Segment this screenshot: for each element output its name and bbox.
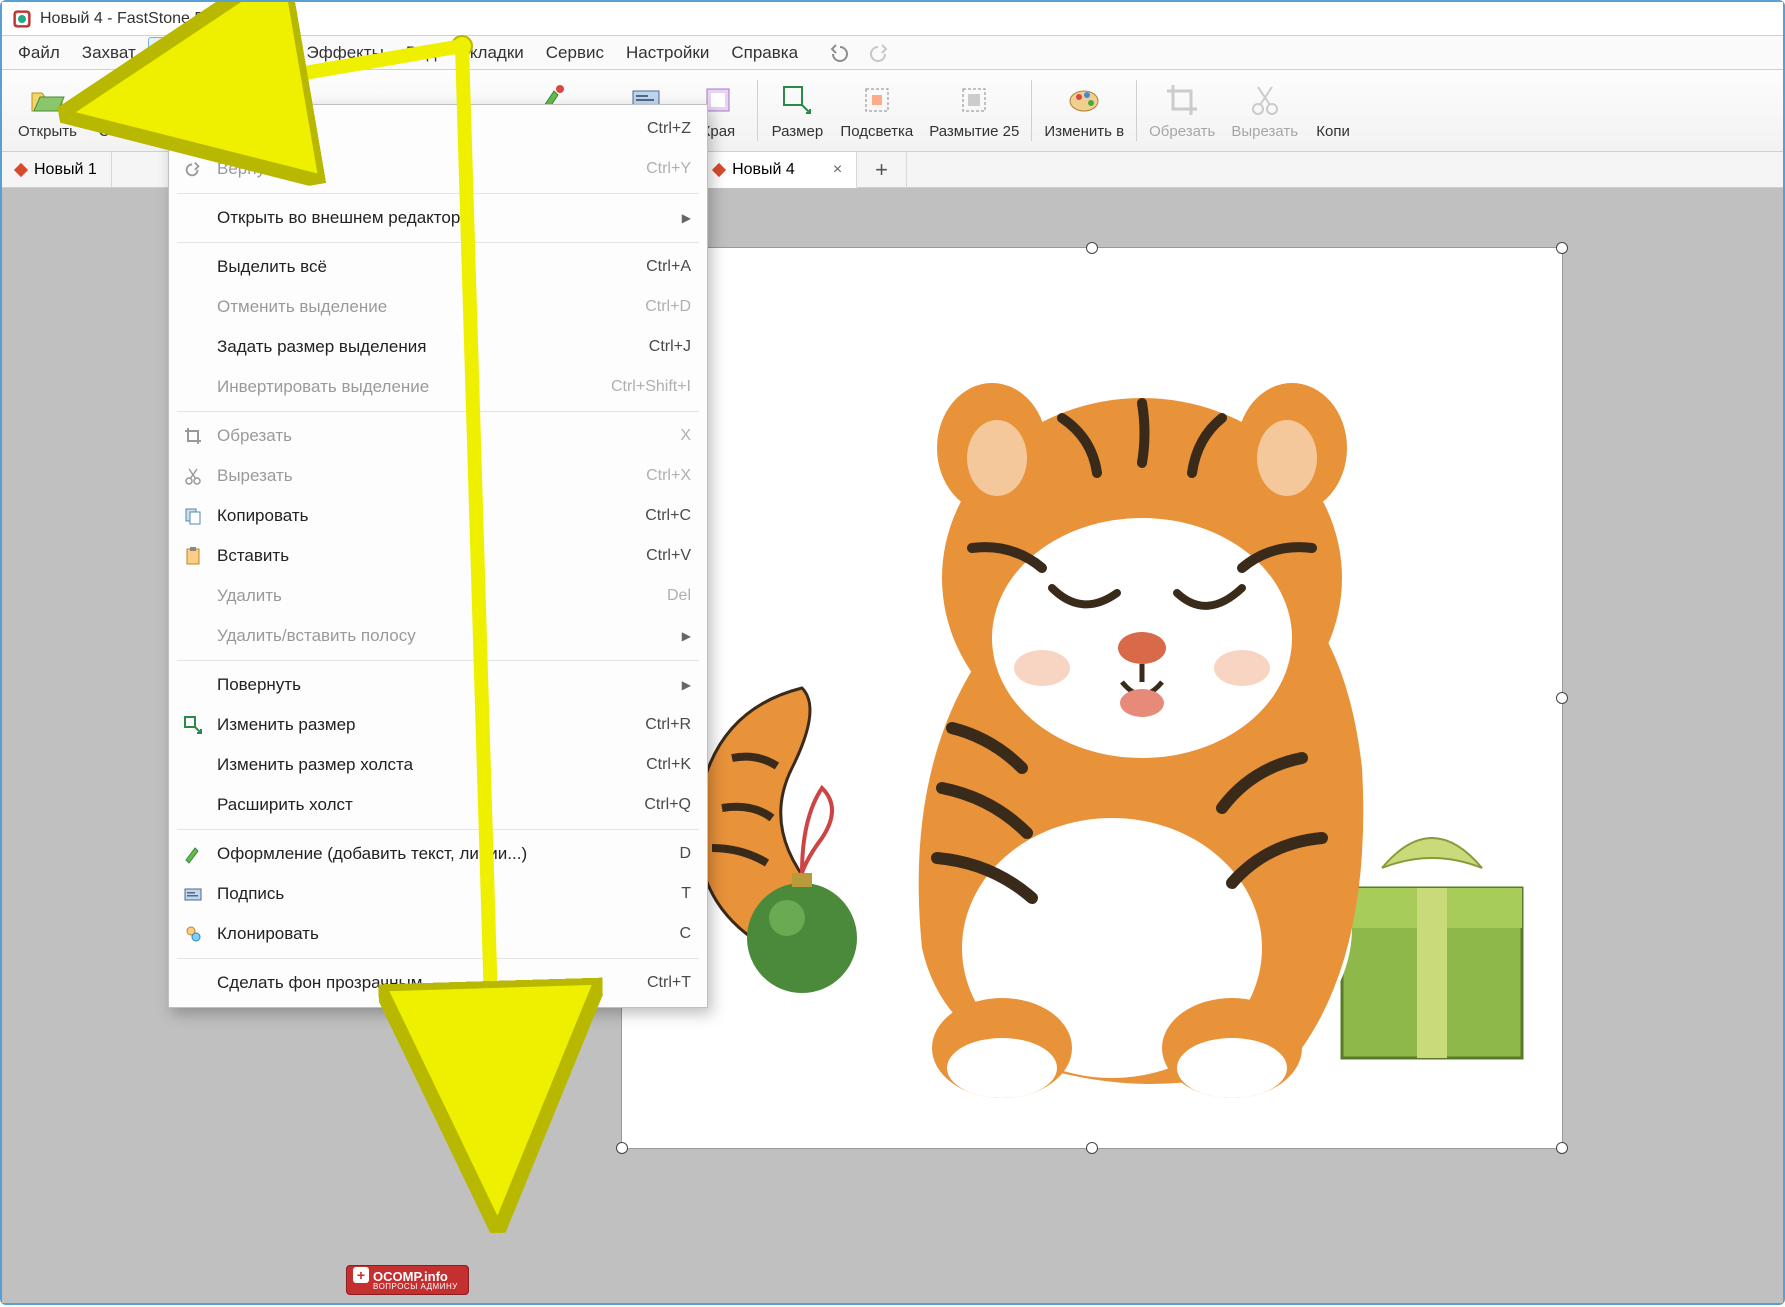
crop-button: Обрезать — [1141, 74, 1223, 147]
resize-icon — [179, 713, 207, 737]
app-window: Новый 4 - FastStone Editor ФайлЗахватПра… — [0, 0, 1785, 1305]
redo-icon[interactable] — [868, 44, 890, 62]
save-icon — [93, 81, 131, 119]
folder-open-icon — [28, 81, 66, 119]
menu-item-сделать-фон-прозрачным[interactable]: Сделать фон прозрачнымCtrl+T — [169, 963, 707, 1003]
menu-item-клонировать[interactable]: КлонироватьC — [169, 914, 707, 954]
edit-menu-dropdown: ОтменитьCtrl+ZВернутьCtrl+Y Открыть во вн… — [168, 104, 708, 1008]
titlebar: Новый 4 - FastStone Editor — [2, 2, 1783, 36]
menu-item-задать-размер-выделения[interactable]: Задать размер выделенияCtrl+J — [169, 327, 707, 367]
paste-icon — [179, 544, 207, 568]
blank-icon — [179, 673, 207, 697]
open-button[interactable]: Открыть — [10, 74, 85, 147]
copy-button[interactable]: Копи — [1306, 74, 1360, 147]
history-icons — [828, 44, 890, 62]
menu-item-копировать[interactable]: КопироватьCtrl+C — [169, 496, 707, 536]
menu-item-инвертировать-выделение: Инвертировать выделениеCtrl+Shift+I — [169, 367, 707, 407]
tab-new1[interactable]: Новый 1 — [2, 152, 112, 187]
undo-icon[interactable] — [828, 44, 850, 62]
menu-сервис[interactable]: Сервис — [536, 37, 614, 69]
blur-icon — [955, 81, 993, 119]
menu-item-повернуть[interactable]: Повернуть▶ — [169, 665, 707, 705]
menu-правка[interactable]: Правка — [148, 37, 225, 69]
blank-icon — [179, 584, 207, 608]
add-tab-button[interactable]: + — [857, 152, 907, 187]
close-icon[interactable]: × — [833, 161, 842, 179]
clone-icon — [179, 922, 207, 946]
crop-icon — [179, 424, 207, 448]
chevron-right-icon: ▶ — [682, 678, 691, 692]
menu-файл[interactable]: Файл — [8, 37, 70, 69]
menu-цвета[interactable]: Цвета — [227, 37, 294, 69]
menu-item-открыть-во-внешнем-редакторе[interactable]: Открыть во внешнем редакторе▶ — [169, 198, 707, 238]
resize-handle[interactable] — [1556, 242, 1568, 254]
menu-item-вырезать: ВырезатьCtrl+X — [169, 456, 707, 496]
resize-handle[interactable] — [1556, 1142, 1568, 1154]
menu-item-удалить-вставить-полосу: Удалить/вставить полосу▶ — [169, 616, 707, 656]
blank-icon — [179, 335, 207, 359]
undo-icon — [179, 117, 207, 141]
image-frame[interactable] — [622, 248, 1562, 1148]
caption-icon — [179, 882, 207, 906]
menu-item-выделить-вс-[interactable]: Выделить всёCtrl+A — [169, 247, 707, 287]
chevron-right-icon: ▶ — [682, 629, 691, 643]
menu-item-подпись[interactable]: ПодписьT — [169, 874, 707, 914]
menu-item-оформление-добавить-текст-лини[interactable]: Оформление (добавить текст, линии...)D — [169, 834, 707, 874]
blank-icon — [179, 255, 207, 279]
menu-захват[interactable]: Захват — [72, 37, 146, 69]
watermark-badge: OCOMP.info ВОПРОСЫ АДМИНУ — [346, 1265, 469, 1295]
menu-настройки[interactable]: Настройки — [616, 37, 719, 69]
menu-item-отменить-выделение: Отменить выделениеCtrl+D — [169, 287, 707, 327]
resize-icon — [778, 81, 816, 119]
resize-handle[interactable] — [1086, 1142, 1098, 1154]
blur-button[interactable]: Размытие 25 — [921, 74, 1027, 147]
menu-item-вернуть: ВернутьCtrl+Y — [169, 149, 707, 189]
tiger-illustration — [622, 248, 1562, 1148]
resize-handle[interactable] — [616, 1142, 628, 1154]
highlight-icon — [858, 81, 896, 119]
menu-вкладки[interactable]: Вкладки — [449, 37, 534, 69]
menu-item-изменить-размер-холста[interactable]: Изменить размер холстаCtrl+K — [169, 745, 707, 785]
blank-icon — [179, 971, 207, 995]
copy-icon — [1314, 81, 1352, 119]
resize-button[interactable]: Размер — [762, 74, 832, 147]
blank-icon — [179, 793, 207, 817]
highlight-button[interactable]: Подсветка — [832, 74, 921, 147]
menu-вид[interactable]: Вид — [396, 37, 447, 69]
modified-icon — [14, 162, 28, 176]
chevron-right-icon: ▶ — [682, 211, 691, 225]
window-title: Новый 4 - FastStone Editor — [40, 10, 236, 28]
palette2-icon — [1065, 81, 1103, 119]
modified-icon — [712, 162, 726, 176]
menu-item-вставить[interactable]: ВставитьCtrl+V — [169, 536, 707, 576]
resize-handle[interactable] — [1556, 692, 1568, 704]
resize-handle[interactable] — [1086, 242, 1098, 254]
menu-справка[interactable]: Справка — [721, 37, 808, 69]
crop-icon — [1163, 81, 1201, 119]
copy-icon — [179, 504, 207, 528]
menu-item-удалить: УдалитьDel — [169, 576, 707, 616]
cut-button: Вырезать — [1223, 74, 1306, 147]
blank-icon — [179, 753, 207, 777]
scissors-icon — [1246, 81, 1284, 119]
blank-icon — [179, 295, 207, 319]
menu-эффекты[interactable]: Эффекты — [297, 37, 394, 69]
menu-item-обрезать: ОбрезатьX — [169, 416, 707, 456]
menu-item-изменить-размер[interactable]: Изменить размерCtrl+R — [169, 705, 707, 745]
app-icon — [12, 9, 32, 29]
blank-icon — [179, 624, 207, 648]
blank-icon — [179, 206, 207, 230]
save-button[interactable]: Сох — [85, 74, 139, 147]
changeinto-button[interactable]: Изменить в — [1036, 74, 1132, 147]
menu-item-отменить[interactable]: ОтменитьCtrl+Z — [169, 109, 707, 149]
tab-new4[interactable]: Новый 4 × — [700, 152, 857, 188]
redo-icon — [179, 157, 207, 181]
menubar: ФайлЗахватПравкаЦветаЭффектыВидВкладкиСе… — [2, 36, 1783, 70]
cut-icon — [179, 464, 207, 488]
menu-item-расширить-холст[interactable]: Расширить холстCtrl+Q — [169, 785, 707, 825]
design-icon — [179, 842, 207, 866]
blank-icon — [179, 375, 207, 399]
